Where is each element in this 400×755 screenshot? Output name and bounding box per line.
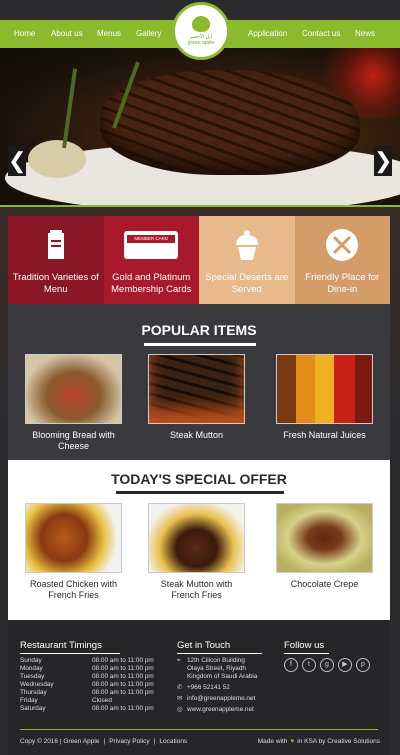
- google-plus-icon[interactable]: g: [320, 658, 334, 672]
- feature-tile-dine-in[interactable]: Friendly Place for Dine-in: [294, 216, 390, 304]
- timing-row: Sunday 08:00 am to 11:00 pm: [20, 657, 154, 664]
- fork-knife-icon: [325, 228, 359, 262]
- special-offer-section: TODAY'S SPECIAL OFFER Roasted Chicken wi…: [8, 460, 390, 620]
- contact-title: Get in Touch: [177, 640, 231, 651]
- apple-icon: [192, 16, 210, 32]
- footer-bottom-bar: Copy © 2016 | Green Apple | Privacy Poli…: [20, 738, 380, 745]
- timing-row: Wednesday 08:00 am to 11:00 pm: [20, 681, 154, 688]
- email-icon: ✉: [177, 695, 183, 702]
- social-links: f t g ▶ p: [284, 658, 370, 672]
- contact-info: ⌖ 12th Cilicon Building Olaya Street, Riy…: [177, 657, 257, 717]
- cupcake-icon: [230, 228, 264, 262]
- address-text: 12th Cilicon Building Olaya Street, Riya…: [187, 657, 258, 680]
- juices-image: [276, 354, 373, 424]
- nav-contact-us[interactable]: Contact us: [302, 29, 340, 38]
- special-offer-title: TODAY'S SPECIAL OFFER: [111, 471, 287, 487]
- heart-icon: ♥: [290, 738, 295, 745]
- globe-icon: ◎: [177, 706, 183, 713]
- popular-item[interactable]: Blooming Bread with Cheese: [25, 354, 122, 452]
- timing-row: Tuesday 08:00 am to 11:00 pm: [20, 673, 154, 680]
- steak-fries-image: [148, 503, 245, 573]
- follow-title: Follow us: [284, 640, 325, 651]
- item-caption: Roasted Chicken with French Fries: [29, 579, 118, 600]
- member-card-icon: MEMBER CARD: [123, 228, 179, 262]
- item-caption: Steak Mutton: [169, 430, 224, 440]
- feature-tile-menu[interactable]: Tradition Varieties of Menu: [8, 216, 104, 304]
- copyright-text: Copy © 2016 | Green Apple: [20, 738, 100, 745]
- popular-items-section: POPULAR ITEMS Blooming Bread with Cheese…: [8, 304, 390, 460]
- item-caption: Fresh Natural Juices: [283, 430, 366, 440]
- menu-book-icon: [39, 228, 73, 262]
- website-link[interactable]: www.greenappleme.net: [187, 706, 254, 714]
- item-caption: Chocolate Crepe: [290, 579, 359, 589]
- location-pin-icon: ⌖: [177, 657, 181, 664]
- privacy-policy-link[interactable]: Privacy Policy: [109, 738, 149, 745]
- item-caption: Blooming Bread with Cheese: [32, 430, 115, 451]
- roasted-chicken-image: [25, 503, 122, 573]
- timing-row: Thursday 08:00 am to 11:00 pm: [20, 689, 154, 696]
- credits-text: in KSA by Creative Solutions: [297, 738, 380, 745]
- feature-tiles: Tradition Varieties of Menu MEMBER CARD …: [8, 216, 390, 304]
- timing-row: Monday 08:00 am to 11:00 pm: [20, 665, 154, 672]
- nav-about-us[interactable]: About us: [51, 29, 83, 38]
- garlic-image: [28, 140, 86, 178]
- feature-tile-deserts[interactable]: Special Deserts are Served: [199, 216, 295, 304]
- steak-image: [100, 70, 360, 175]
- hero-slider: ❮ ❯: [0, 48, 400, 206]
- special-item[interactable]: Chocolate Crepe: [276, 503, 373, 590]
- locations-link[interactable]: Locations: [159, 738, 187, 745]
- footer: Restaurant Timings Sunday 08:00 am to 11:…: [8, 620, 390, 755]
- nav-news[interactable]: News: [355, 29, 375, 38]
- youtube-icon[interactable]: ▶: [338, 658, 352, 672]
- slider-next-button[interactable]: ❯: [374, 146, 392, 176]
- made-with-text: Made with: [257, 738, 288, 745]
- steak-mutton-image: [148, 354, 245, 424]
- special-item[interactable]: Roasted Chicken with French Fries: [25, 503, 122, 601]
- nav-application[interactable]: Application: [248, 29, 287, 38]
- item-caption: Steak Mutton with French Fries: [160, 579, 233, 600]
- slider-prev-button[interactable]: ❮: [8, 146, 26, 176]
- timing-row: Saturday 08:00 am to 11:00 pm: [20, 705, 154, 712]
- green-apple-logo[interactable]: أبل الأخضر green apple: [172, 2, 230, 60]
- feature-label: Special Deserts are Served: [205, 272, 289, 295]
- popular-item[interactable]: Fresh Natural Juices: [276, 354, 373, 441]
- popular-item[interactable]: Steak Mutton: [148, 354, 245, 441]
- chocolate-crepe-image: [276, 503, 373, 573]
- twitter-icon[interactable]: t: [302, 658, 316, 672]
- timings-table: Sunday 08:00 am to 11:00 pm Monday 08:00 a…: [20, 657, 154, 713]
- email-link[interactable]: info@greenappleme.net: [187, 695, 255, 703]
- timings-title: Restaurant Timings: [20, 640, 102, 651]
- popular-items-title: POPULAR ITEMS: [141, 322, 257, 338]
- logo-english: green apple: [187, 40, 215, 46]
- feature-label: Friendly Place for Dine-in: [305, 272, 380, 295]
- facebook-icon[interactable]: f: [284, 658, 298, 672]
- feature-label: Gold and Platinum Membership Cards: [111, 272, 192, 295]
- blooming-bread-image: [25, 354, 122, 424]
- phone-text: +966 52141 52: [187, 684, 230, 691]
- phone-icon: ✆: [177, 684, 183, 691]
- nav-gallery[interactable]: Gallery: [136, 29, 161, 38]
- timing-row: Friday Closed: [20, 697, 112, 704]
- feature-tile-membership[interactable]: MEMBER CARD Gold and Platinum Membership…: [103, 216, 199, 304]
- pinterest-icon[interactable]: p: [356, 658, 370, 672]
- special-item[interactable]: Steak Mutton with French Fries: [148, 503, 245, 601]
- nav-home[interactable]: Home: [14, 29, 35, 38]
- feature-label: Tradition Varieties of Menu: [12, 272, 99, 295]
- nav-menus[interactable]: Menus: [97, 29, 121, 38]
